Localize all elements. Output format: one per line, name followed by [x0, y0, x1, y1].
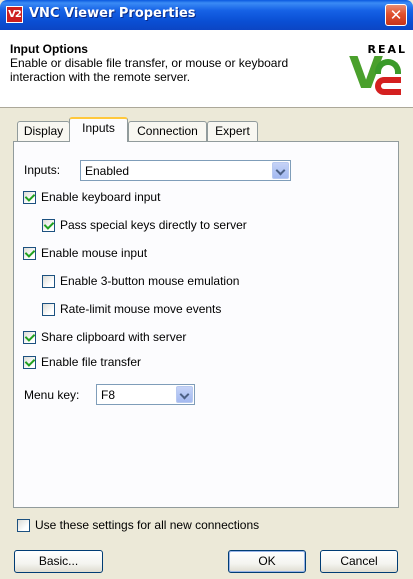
close-button[interactable]: ✕ [385, 4, 407, 26]
share-clipboard-checkbox[interactable] [23, 330, 36, 344]
option-rate-limit[interactable]: Rate-limit mouse move events [42, 301, 221, 317]
inputs-tab-panel: Inputs: Enabled Enable keyboard input Pa… [13, 141, 399, 508]
three-button-label: Enable 3-button mouse emulation [60, 274, 240, 288]
vnc-app-icon: V2 [6, 6, 23, 23]
realvnc-logo-icon: REAL V [349, 43, 407, 103]
file-transfer-label: Enable file transfer [41, 355, 142, 369]
option-three-button[interactable]: Enable 3-button mouse emulation [42, 273, 239, 289]
menu-key-select[interactable]: F8 [96, 384, 195, 405]
cancel-button[interactable]: Cancel [320, 550, 398, 573]
file-transfer-checkbox[interactable] [23, 355, 36, 369]
three-button-checkbox[interactable] [42, 274, 55, 288]
rate-limit-label: Rate-limit mouse move events [60, 302, 222, 316]
ok-button[interactable]: OK [228, 550, 306, 573]
option-file-transfer[interactable]: Enable file transfer [23, 354, 141, 370]
option-enable-keyboard[interactable]: Enable keyboard input [23, 189, 160, 205]
enable-mouse-label: Enable mouse input [41, 246, 148, 260]
window-title: VNC Viewer Properties [29, 6, 196, 21]
pass-special-keys-label: Pass special keys directly to server [60, 218, 247, 232]
chevron-down-icon[interactable] [176, 386, 193, 403]
menu-key-label: Menu key: [24, 388, 80, 402]
pass-special-keys-checkbox[interactable] [42, 218, 55, 232]
section-description: Enable or disable file transfer, or mous… [10, 56, 289, 84]
option-pass-special-keys[interactable]: Pass special keys directly to server [42, 217, 247, 233]
header-banner: Input Options Enable or disable file tra… [0, 30, 413, 108]
use-for-all-checkbox[interactable] [17, 518, 30, 532]
enable-keyboard-checkbox[interactable] [23, 190, 36, 204]
section-title: Input Options [10, 42, 88, 56]
option-share-clipboard[interactable]: Share clipboard with server [23, 329, 186, 345]
title-bar[interactable]: V2 VNC Viewer Properties ✕ [0, 0, 413, 30]
tab-display[interactable]: Display [17, 121, 70, 141]
tab-connection[interactable]: Connection [128, 121, 207, 141]
menu-key-row: Menu key: [24, 387, 79, 403]
tab-inputs[interactable]: Inputs [69, 117, 128, 142]
rate-limit-checkbox[interactable] [42, 302, 55, 316]
inputs-select[interactable]: Enabled [80, 160, 291, 181]
share-clipboard-label: Share clipboard with server [41, 330, 187, 344]
option-use-for-all[interactable]: Use these settings for all new connectio… [17, 517, 259, 533]
logo-n-shape [375, 59, 401, 74]
chevron-down-icon[interactable] [272, 162, 289, 179]
use-for-all-label: Use these settings for all new connectio… [35, 518, 260, 532]
tab-expert[interactable]: Expert [207, 121, 258, 141]
logo-c-shape [375, 77, 401, 95]
menu-key-value: F8 [101, 388, 116, 402]
inputs-field-row: Inputs: [24, 162, 60, 178]
enable-keyboard-label: Enable keyboard input [41, 190, 161, 204]
enable-mouse-checkbox[interactable] [23, 246, 36, 260]
inputs-label: Inputs: [24, 163, 61, 177]
inputs-select-value: Enabled [85, 164, 130, 178]
properties-dialog: V2 VNC Viewer Properties ✕ Input Options… [0, 0, 413, 579]
basic-button[interactable]: Basic... [14, 550, 103, 573]
option-enable-mouse[interactable]: Enable mouse input [23, 245, 147, 261]
